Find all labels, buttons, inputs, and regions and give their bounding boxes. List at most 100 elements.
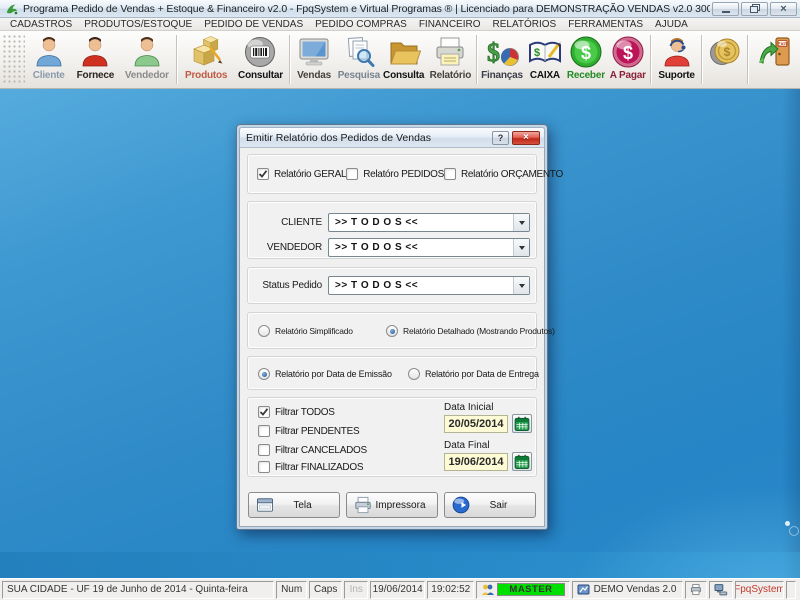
checkbox-box — [346, 168, 358, 180]
toolbar-separator — [476, 35, 478, 84]
cliente-vendedor-group: CLIENTE >> T O D O S << VENDEDOR >> T O … — [247, 201, 537, 259]
brand-label: FpqSystem — [735, 584, 784, 595]
checkbox-filtrar-finalizados[interactable]: Filtrar FINALIZADOS — [258, 461, 363, 473]
menu-item-ferramentas[interactable]: FERRAMENTAS — [562, 19, 649, 30]
checkbox-relatorio-geral[interactable]: Relatório GERAL — [257, 168, 346, 180]
calendar-button-start[interactable] — [512, 414, 532, 433]
vendedor-combobox[interactable]: >> T O D O S << — [328, 238, 530, 257]
dollar-sphere-green-icon: $ — [568, 34, 604, 70]
tela-button[interactable]: Tela — [248, 492, 340, 518]
app-logo-icon — [5, 2, 19, 16]
restore-button[interactable] — [741, 2, 768, 16]
window-title: Programa Pedido de Vendas + Estoque & Fi… — [23, 3, 710, 15]
menu-item-financeiro[interactable]: FINANCEIRO — [413, 19, 487, 30]
toolbar-button-consultar[interactable]: Consultar — [233, 31, 288, 88]
vendedor-label: VENDEDOR — [250, 242, 322, 253]
close-button[interactable]: × — [770, 2, 797, 16]
status-pedido-combobox[interactable]: >> T O D O S << — [328, 276, 530, 295]
radio-data-emissao[interactable]: Relatório por Data de Emissão — [258, 368, 392, 380]
dollar-sphere-red-icon: $ — [610, 34, 646, 70]
toolbar-button-caixa[interactable]: $ CAIXA — [525, 31, 565, 88]
toolbar-button-a-pagar[interactable]: $ A Pagar — [607, 31, 649, 88]
calendar-button-end[interactable] — [512, 452, 532, 471]
menu-item-produtos-estoque[interactable]: PRODUTOS/ESTOQUE — [78, 19, 198, 30]
checkbox-relatorio-pedidos[interactable]: Relatóro PEDIDOS — [346, 168, 444, 180]
minimize-button[interactable] — [712, 2, 739, 16]
statusbar-session-panel — [786, 581, 796, 599]
chevron-down-icon — [513, 214, 529, 231]
toolbar-button-receber[interactable]: $ Receber — [565, 31, 607, 88]
toolbar-grip[interactable] — [2, 34, 25, 85]
printer-icon — [432, 34, 468, 70]
search-documents-icon — [341, 34, 377, 70]
radio-relatorio-detalhado[interactable]: Relatório Detalhado (Mostrando Produtos) — [386, 325, 555, 337]
radio-relatorio-simplificado[interactable]: Relatório Simplificado — [258, 325, 353, 337]
coin-icon: $ — [707, 34, 743, 70]
dialog-title: Emitir Relatório dos Pedidos de Vendas — [246, 132, 489, 144]
data-final-field[interactable]: 19/06/2014 — [444, 453, 508, 471]
application-window: Programa Pedido de Vendas + Estoque & Fi… — [0, 0, 800, 600]
desktop-band — [0, 552, 800, 578]
dollar-pie-icon: $ — [484, 34, 520, 70]
data-inicial-field[interactable]: 20/05/2014 — [444, 415, 508, 433]
data-final-label: Data Final — [444, 440, 490, 451]
svg-text:EXIT: EXIT — [778, 42, 788, 47]
statusbar-brand-panel: FpqSystem — [735, 581, 784, 599]
toolbar-separator — [650, 35, 652, 84]
status-pedido-group: Status Pedido >> T O D O S << — [247, 267, 537, 304]
toolbar-button-cliente[interactable]: Cliente — [25, 31, 73, 88]
toolbar-separator — [701, 35, 703, 84]
filter-group: Filtrar TODOS Filtrar PENDENTES Filtrar … — [247, 397, 537, 477]
desktop-dot — [785, 521, 790, 526]
checkbox-box — [444, 168, 456, 180]
sair-button[interactable]: Sair — [444, 492, 536, 518]
toolbar-button-pesquisa[interactable]: Pesquisa — [336, 31, 382, 88]
menu-item-pedido-de-vendas[interactable]: PEDIDO DE VENDAS — [198, 19, 309, 30]
checkbox-filtrar-todos[interactable]: Filtrar TODOS — [258, 406, 335, 418]
toolbar-button-coin[interactable]: $ — [704, 31, 746, 88]
calendar-icon — [514, 454, 530, 470]
toolbar-button-relatorio[interactable]: Relatório — [426, 31, 476, 88]
dialog-close-button[interactable]: × — [512, 131, 540, 145]
menu-item-ajuda[interactable]: AJUDA — [649, 19, 694, 30]
detail-mode-group: Relatório Simplificado Relatório Detalha… — [247, 312, 537, 349]
cash-book-icon: $ — [527, 34, 563, 70]
data-inicial-row: 20/05/2014 — [444, 414, 532, 433]
impressora-button[interactable]: Impressora — [346, 492, 438, 518]
date-mode-group: Relatório por Data de Emissão Relatório … — [247, 356, 537, 390]
cliente-combobox[interactable]: >> T O D O S << — [328, 213, 530, 232]
radio-circle — [408, 368, 420, 380]
statusbar-date: 19/06/2014 — [370, 581, 425, 599]
toolbar-button-vendas[interactable]: Vendas — [292, 31, 336, 88]
toolbar-button-suporte[interactable]: Suporte — [653, 31, 701, 88]
dialog-help-button[interactable]: ? — [492, 131, 509, 145]
checkbox-filtrar-cancelados[interactable]: Filtrar CANCELADOS — [258, 444, 367, 456]
toolbar-button-financas[interactable]: $ Finanças — [479, 31, 525, 88]
exit-door-icon: EXIT — [757, 34, 793, 70]
radio-circle — [258, 325, 270, 337]
folder-icon — [386, 34, 422, 70]
users-icon — [481, 583, 494, 596]
toolbar-button-vendedor[interactable]: Vendedor — [118, 31, 175, 88]
menu-item-pedido-compras[interactable]: PEDIDO COMPRAS — [309, 19, 413, 30]
dialog-title-bar[interactable]: Emitir Relatório dos Pedidos de Vendas ?… — [239, 127, 545, 147]
radio-data-entrega[interactable]: Relatório por Data de Entrega — [408, 368, 539, 380]
checkbox-box — [258, 444, 270, 456]
menu-item-cadastros[interactable]: CADASTROS — [4, 19, 78, 30]
toolbar-button-produtos[interactable]: Produtos — [179, 31, 232, 88]
toolbar-separator — [176, 35, 178, 84]
title-bar: Programa Pedido de Vendas + Estoque & Fi… — [0, 0, 800, 18]
checkbox-relatorio-orcamento[interactable]: Relatório ORÇAMENTO — [444, 168, 563, 180]
statusbar-num: Num — [276, 581, 307, 599]
toolbar-separator — [289, 35, 291, 84]
toolbar-button-consulta[interactable]: Consulta — [382, 31, 426, 88]
dialog-body: Relatório GERAL Relatóro PEDIDOS Relatór… — [239, 147, 545, 527]
menu-item-relatorios[interactable]: RELATÓRIOS — [487, 19, 563, 30]
toolbar-button-fornece[interactable]: Fornece — [73, 31, 119, 88]
toolbar-button-exit[interactable]: EXIT — [750, 31, 800, 88]
toolbar-separator — [747, 35, 749, 84]
desktop-dot — [789, 526, 799, 536]
checkbox-filtrar-pendentes[interactable]: Filtrar PENDENTES — [258, 425, 359, 437]
chevron-down-icon — [513, 239, 529, 256]
network-computer-icon — [714, 583, 728, 596]
